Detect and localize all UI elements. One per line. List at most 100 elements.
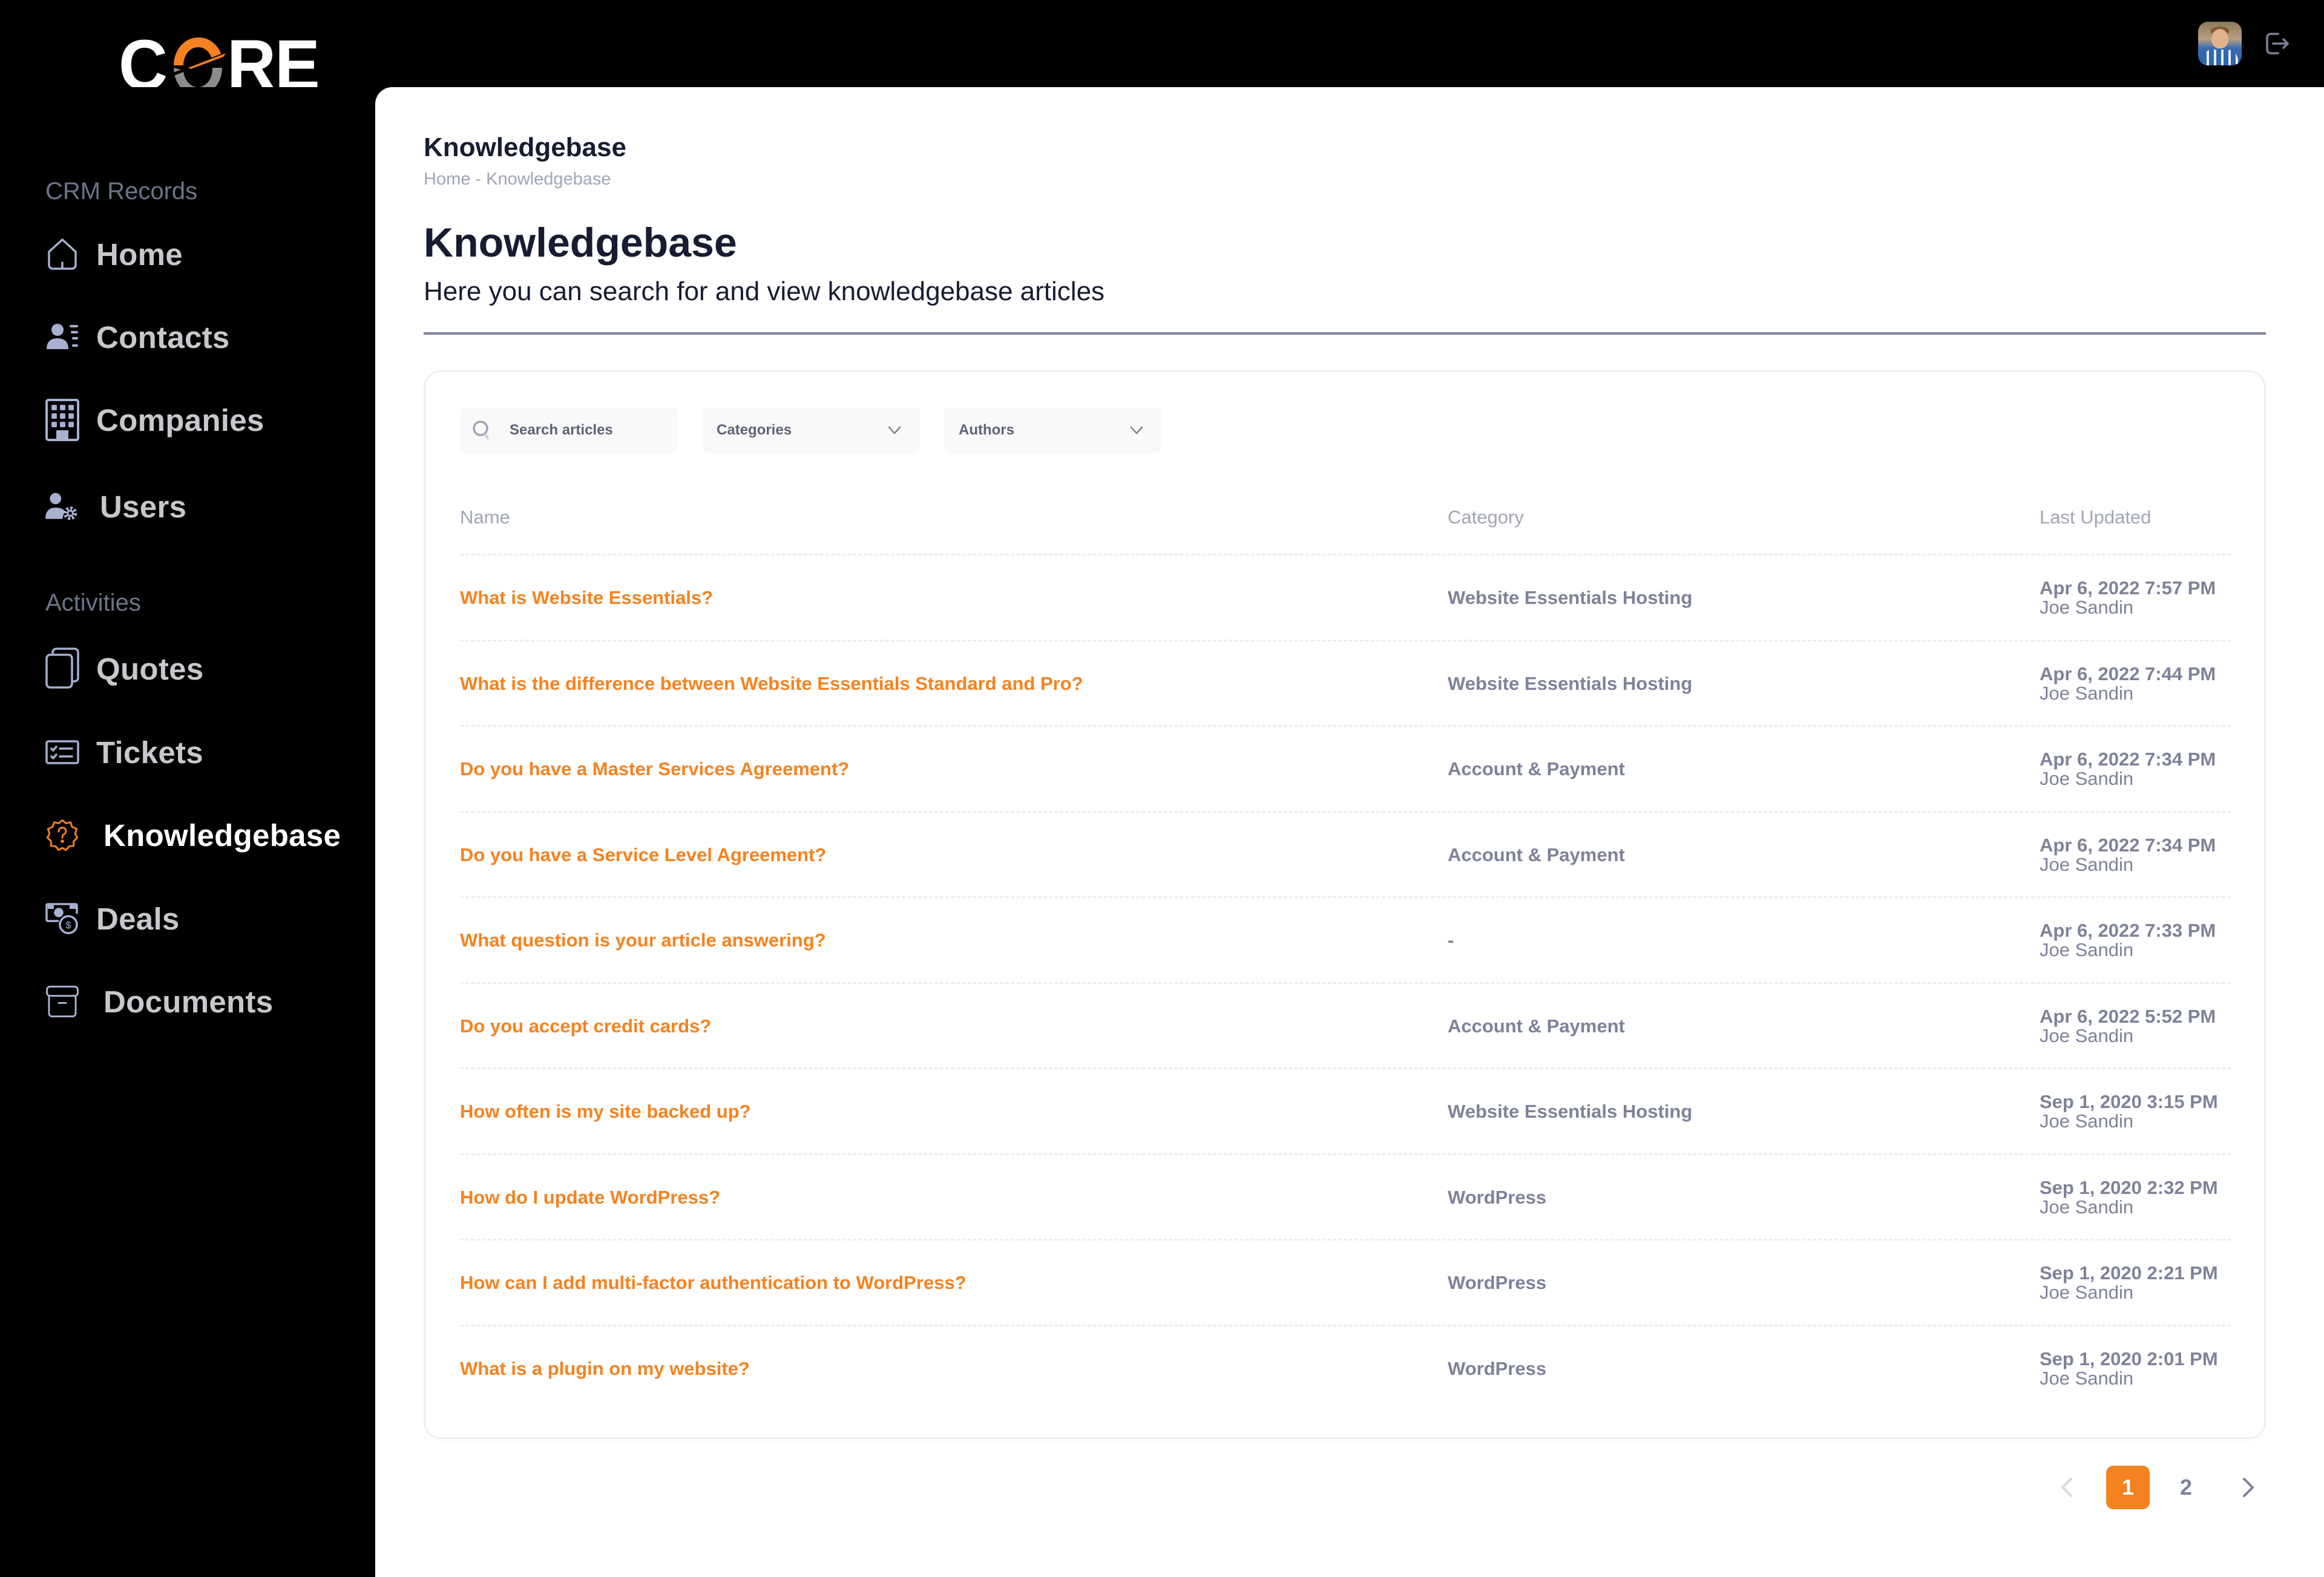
article-title-link[interactable]: Do you accept credit cards? (460, 1015, 711, 1037)
article-category: - (1448, 929, 1454, 951)
article-updated-date: Sep 1, 2020 2:32 PM (2040, 1176, 2218, 1198)
pagination-next-button[interactable] (2239, 1475, 2257, 1500)
search-input[interactable] (510, 422, 655, 439)
header-divider (424, 332, 2266, 335)
article-author: Joe Sandin (2040, 682, 2134, 704)
question-badge-icon (45, 816, 79, 854)
categories-select-label: Categories (717, 422, 792, 438)
article-category: WordPress (1448, 1272, 1547, 1293)
table-row: What is a plugin on my website? WordPres… (460, 1324, 2231, 1411)
search-icon (472, 420, 491, 441)
sidebar-item-label: Home (96, 237, 183, 272)
article-category: Account & Payment (1448, 844, 1625, 865)
home-icon (45, 235, 79, 274)
article-updated-date: Sep 1, 2020 2:01 PM (2040, 1348, 2218, 1369)
column-header-name[interactable]: Name (460, 507, 510, 528)
article-updated-date: Sep 1, 2020 2:21 PM (2040, 1262, 2218, 1284)
table-row: How can I add multi-factor authenticatio… (460, 1239, 2231, 1325)
table-row: Do you have a Master Services Agreement?… (460, 725, 2231, 811)
main-content: Knowledgebase Home - Knowledgebase Knowl… (375, 87, 2324, 1577)
authors-select-label: Authors (959, 422, 1014, 438)
pagination-page-1[interactable]: 1 (2106, 1466, 2150, 1509)
archive-box-icon (45, 982, 79, 1021)
sidebar-item-companies[interactable]: Companies (45, 399, 264, 441)
sidebar-item-users[interactable]: Users (45, 485, 186, 528)
article-updated-date: Apr 6, 2022 7:34 PM (2040, 749, 2216, 770)
sidebar-item-label: Documents (103, 984, 274, 1019)
chevron-down-icon (887, 424, 902, 436)
sidebar: CRM Records Home Contacts Companies User… (0, 87, 375, 1577)
search-field[interactable] (460, 407, 678, 453)
article-author: Joe Sandin (2040, 1282, 2134, 1303)
sidebar-item-quotes[interactable]: Quotes (45, 648, 204, 690)
avatar-shirt (2202, 50, 2238, 65)
copy-icon (45, 648, 79, 689)
svg-text:$: $ (66, 920, 71, 931)
article-author: Joe Sandin (2040, 853, 2134, 875)
sidebar-item-label: Contacts (96, 320, 230, 355)
table-row: How often is my site backed up? Website … (460, 1067, 2231, 1153)
page-title: Knowledgebase (424, 220, 737, 266)
building-icon (45, 399, 79, 441)
breadcrumb[interactable]: Home - Knowledgebase (424, 169, 611, 189)
avatar-face (2211, 29, 2228, 48)
articles-table-body: What is Website Essentials? Website Esse… (460, 554, 2231, 1410)
contacts-icon (45, 318, 79, 356)
article-title-link[interactable]: What is a plugin on my website? (460, 1358, 750, 1380)
money-icon: $ (45, 899, 79, 938)
checklist-icon (45, 733, 79, 772)
avatar[interactable] (2198, 22, 2242, 65)
article-title-link[interactable]: What is the difference between Website E… (460, 673, 1083, 695)
sidebar-item-label: Knowledgebase (103, 818, 341, 853)
sidebar-item-home[interactable]: Home (45, 233, 183, 275)
article-title-link[interactable]: Do you have a Master Services Agreement? (460, 758, 849, 780)
column-header-category[interactable]: Category (1448, 507, 1524, 528)
table-row: What question is your article answering?… (460, 896, 2231, 982)
section-label-crm-records: CRM Records (45, 178, 198, 205)
article-title-link[interactable]: Do you have a Service Level Agreement? (460, 844, 826, 866)
article-category: Account & Payment (1448, 758, 1625, 779)
article-title-link[interactable]: How do I update WordPress? (460, 1187, 720, 1208)
article-title-link[interactable]: How can I add multi-factor authenticatio… (460, 1272, 967, 1294)
article-author: Joe Sandin (2040, 939, 2134, 960)
table-row: How do I update WordPress? WordPress Sep… (460, 1153, 2231, 1239)
article-title-link[interactable]: What question is your article answering? (460, 929, 826, 951)
article-author: Joe Sandin (2040, 768, 2134, 789)
sidebar-item-documents[interactable]: Documents (45, 980, 273, 1023)
logout-icon[interactable] (2263, 30, 2290, 57)
table-row: What is Website Essentials? Website Esse… (460, 554, 2231, 640)
categories-select[interactable]: Categories (702, 407, 920, 453)
article-category: Website Essentials Hosting (1448, 1101, 1693, 1122)
pagination-page-2[interactable]: 2 (2164, 1466, 2208, 1509)
toolbar-title: Knowledgebase (424, 133, 626, 162)
table-row: Do you accept credit cards? Account & Pa… (460, 982, 2231, 1068)
article-updated-date: Apr 6, 2022 7:44 PM (2040, 663, 2216, 684)
user-gear-icon (45, 487, 79, 526)
article-author: Joe Sandin (2040, 1025, 2134, 1046)
sidebar-item-contacts[interactable]: Contacts (45, 316, 230, 358)
sidebar-item-tickets[interactable]: Tickets (45, 731, 203, 773)
article-updated-date: Apr 6, 2022 7:33 PM (2040, 920, 2216, 941)
column-header-last-updated[interactable]: Last Updated (2040, 507, 2151, 528)
article-category: WordPress (1448, 1357, 1547, 1379)
pagination-prev-button[interactable] (2058, 1475, 2076, 1500)
sidebar-item-label: Tickets (96, 735, 203, 770)
article-updated-date: Apr 6, 2022 7:57 PM (2040, 577, 2216, 598)
sidebar-item-deals[interactable]: $ Deals (45, 897, 180, 940)
article-category: Website Essentials Hosting (1448, 587, 1693, 608)
article-updated-date: Sep 1, 2020 3:15 PM (2040, 1091, 2218, 1112)
sidebar-item-label: Companies (96, 402, 264, 438)
article-updated-date: Apr 6, 2022 5:52 PM (2040, 1005, 2216, 1027)
article-title-link[interactable]: How often is my site backed up? (460, 1101, 751, 1123)
sidebar-item-knowledgebase[interactable]: Knowledgebase (45, 814, 341, 856)
article-author: Joe Sandin (2040, 1110, 2134, 1132)
article-category: Account & Payment (1448, 1015, 1625, 1037)
article-author: Joe Sandin (2040, 1196, 2134, 1218)
chevron-down-icon (1129, 424, 1144, 436)
article-category: WordPress (1448, 1186, 1547, 1208)
sidebar-item-label: Deals (96, 901, 180, 936)
table-row: Do you have a Service Level Agreement? A… (460, 810, 2231, 897)
article-title-link[interactable]: What is Website Essentials? (460, 587, 713, 609)
authors-select[interactable]: Authors (944, 407, 1162, 453)
sidebar-item-label: Users (100, 489, 187, 524)
